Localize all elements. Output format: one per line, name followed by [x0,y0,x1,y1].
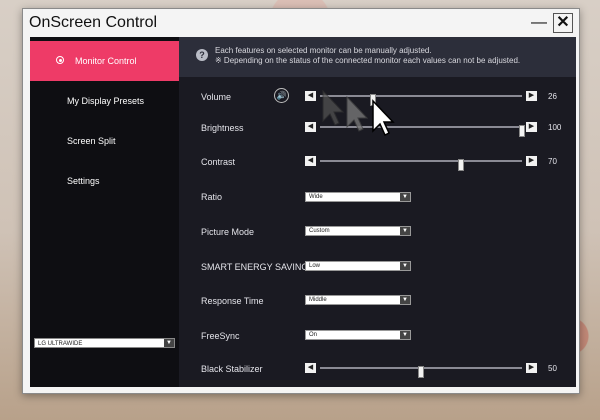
help-icon: ? [196,49,208,61]
monitor-select[interactable]: LG ULTRAWIDE ▼ [34,338,175,348]
arrow-right-icon[interactable]: ▶ [526,363,537,373]
arrow-right-icon[interactable]: ▶ [526,91,537,101]
notice-banner: ? Each features on selected monitor can … [179,37,576,77]
freesync-label: FreeSync [201,331,240,341]
response-time-value: Middle [309,297,327,303]
chevron-down-icon[interactable]: ▼ [400,296,410,304]
ratio-dropdown[interactable]: Wide ▼ [305,192,411,202]
freesync-dropdown[interactable]: On ▼ [305,330,411,340]
volume-label: Volume [201,92,232,102]
arrow-left-icon[interactable]: ◀ [305,363,316,373]
slider-thumb[interactable] [519,125,525,137]
ratio-label: Ratio [201,192,223,202]
sidebar-item-monitor-control[interactable]: Monitor Control [30,41,179,81]
notice-line-2: ※ Depending on the status of the connect… [215,56,521,65]
contrast-label: Contrast [201,157,236,167]
smart-energy-saving-value: Low [309,263,321,269]
chevron-down-icon[interactable]: ▼ [400,193,410,201]
arrow-right-icon[interactable]: ▶ [526,122,537,132]
title-bar[interactable]: OnScreen Control — ✕ [23,9,579,37]
smart-energy-saving-label: SMART ENERGY SAVING [201,262,309,272]
black-stabilizer-value: 50 [548,364,557,373]
sidebar: Monitor Control My Display Presets Scree… [30,37,179,387]
chevron-down-icon[interactable]: ▼ [400,227,410,235]
ratio-value: Wide [309,194,323,200]
black-stabilizer-label: Black Stabilizer [201,364,263,374]
brightness-label: Brightness [201,123,244,133]
minimize-button[interactable]: — [529,13,549,33]
sidebar-item-my-display-presets[interactable]: My Display Presets [30,81,179,121]
chevron-down-icon[interactable]: ▼ [400,331,410,339]
slider-track[interactable] [320,159,522,171]
window-title: OnScreen Control [29,14,158,31]
brightness-value: 100 [548,123,562,132]
response-time-label: Response Time [201,296,264,306]
smart-energy-saving-dropdown[interactable]: Low ▼ [305,261,411,271]
picture-mode-value: Custom [309,228,330,234]
black-stabilizer-slider[interactable]: ◀ ▶ [305,363,537,378]
slider-thumb[interactable] [418,366,424,378]
close-button[interactable]: ✕ [553,13,573,33]
chevron-down-icon[interactable]: ▼ [164,339,174,347]
slider-track[interactable] [320,366,522,378]
mouse-cursor-trail-icon [322,89,395,137]
slider-thumb[interactable] [458,159,465,171]
sidebar-item-label: My Display Presets [67,96,145,106]
contrast-value: 70 [548,157,557,166]
sidebar-item-label: Monitor Control [75,56,137,66]
sidebar-item-settings[interactable]: Settings [30,161,179,201]
freesync-value: On [309,332,318,338]
volume-value: 26 [548,92,557,101]
chevron-down-icon[interactable]: ▼ [400,262,410,270]
onscreen-control-window: OnScreen Control — ✕ Monitor Control My … [22,8,580,394]
response-time-dropdown[interactable]: Middle ▼ [305,295,411,305]
monitor-select-value: LG ULTRAWIDE [38,341,83,347]
arrow-left-icon[interactable]: ◀ [305,91,316,101]
client-area: Monitor Control My Display Presets Scree… [30,37,576,387]
sidebar-item-label: Screen Split [67,136,116,146]
sidebar-item-label: Settings [67,176,100,186]
contrast-slider[interactable]: ◀ ▶ [305,156,537,171]
speaker-icon[interactable]: 🔊 [274,88,289,103]
arrow-left-icon[interactable]: ◀ [305,122,316,132]
radio-icon [56,56,64,64]
arrow-right-icon[interactable]: ▶ [526,156,537,166]
arrow-left-icon[interactable]: ◀ [305,156,316,166]
picture-mode-dropdown[interactable]: Custom ▼ [305,226,411,236]
sidebar-item-screen-split[interactable]: Screen Split [30,121,179,161]
notice-line-1: Each features on selected monitor can be… [215,46,432,55]
picture-mode-label: Picture Mode [201,227,255,237]
